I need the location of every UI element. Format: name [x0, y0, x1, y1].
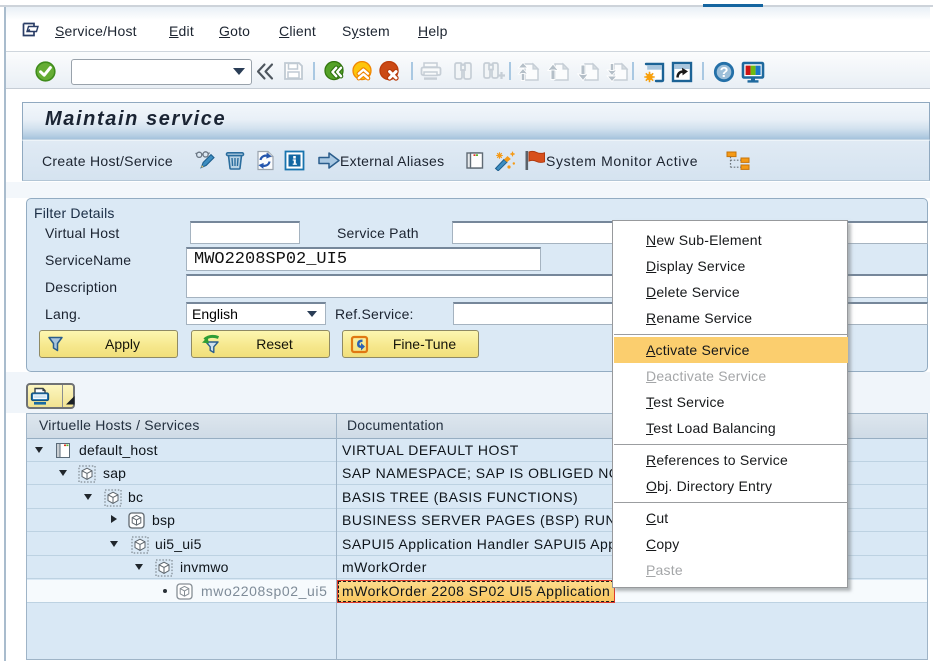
svg-text:?: ?	[720, 65, 729, 81]
